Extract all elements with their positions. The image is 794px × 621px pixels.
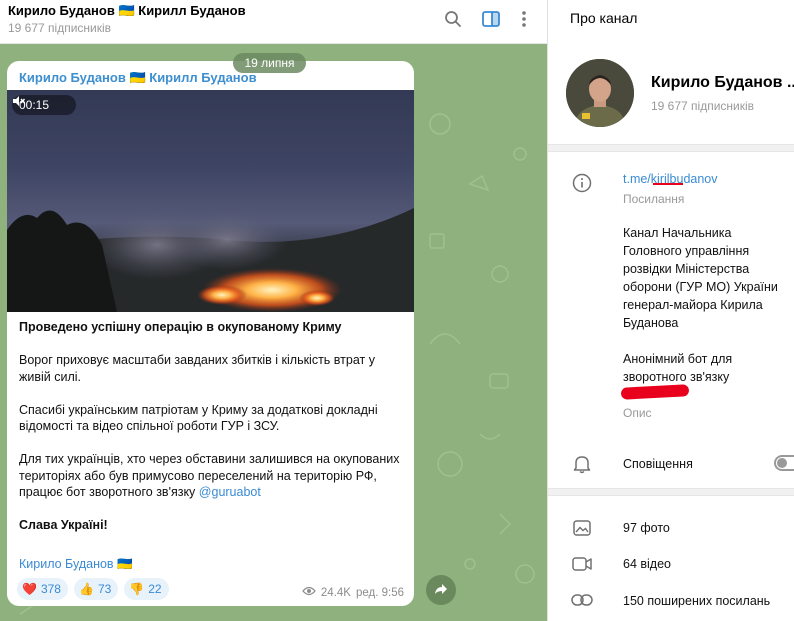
channel-avatar[interactable] xyxy=(566,59,634,127)
channel-description-text: Канал Начальника Головного управління ро… xyxy=(623,226,778,330)
message-signature[interactable]: Кирило Буданов 🇺🇦 xyxy=(19,557,133,572)
notifications-toggle[interactable] xyxy=(774,455,794,471)
thumbs-down-icon: 👎 xyxy=(129,582,145,596)
thumbs-up-icon: 👍 xyxy=(78,582,94,596)
share-icon xyxy=(434,583,448,598)
reactions-bar: ❤️ 378 👍 73 👎 22 xyxy=(17,578,169,600)
bell-icon xyxy=(571,453,593,475)
media-row-photos[interactable]: 97 фото xyxy=(623,521,670,535)
channel-subscribers: 19 677 підписників xyxy=(8,21,112,35)
message-bubble[interactable]: Кирило Буданов 🇺🇦 Кирилл Буданов 00:15 П… xyxy=(7,61,414,606)
heart-icon: ❤️ xyxy=(22,582,37,596)
channel-description-bot: Анонімний бот для зворотного зв'язку xyxy=(623,352,733,384)
date-separator: 19 липня xyxy=(233,53,306,73)
edited-time: ред. 9:56 xyxy=(355,586,404,599)
description-caption: Опис xyxy=(623,406,652,420)
panel-subscribers: 19 677 підписників xyxy=(651,99,755,113)
view-count: 24.4K xyxy=(320,586,351,599)
chat-header[interactable]: Кирило Буданов 🇺🇦 Кирилл Буданов 19 677 … xyxy=(0,0,547,44)
panel-channel-name: Кирило Буданов ... xyxy=(651,74,794,91)
reaction-count: 378 xyxy=(40,582,61,596)
reaction-thumbs-down[interactable]: 👎 22 xyxy=(124,578,169,600)
message-text: Проведено успішну операцію в окупованому… xyxy=(19,319,404,550)
reaction-count: 73 xyxy=(97,582,112,596)
channel-description: Канал Начальника Головного управління ро… xyxy=(623,224,788,386)
media-row-videos[interactable]: 64 відео xyxy=(623,557,671,571)
reaction-count: 22 xyxy=(148,582,162,596)
divider xyxy=(548,144,794,152)
eye-icon xyxy=(302,586,316,599)
message-paragraph: Ворог приховує масштаби завданих збитків… xyxy=(19,353,375,384)
channel-link-prefix: t.me/ xyxy=(623,172,651,186)
notifications-label: Сповіщення xyxy=(623,457,693,471)
channel-title[interactable]: Кирило Буданов 🇺🇦 Кирилл Буданов xyxy=(8,3,246,19)
video-duration-badge[interactable]: 00:15 xyxy=(12,95,76,115)
video-icon xyxy=(571,553,593,575)
message-closing: Слава Україні! xyxy=(19,518,108,532)
redaction-mark xyxy=(620,384,690,400)
chat-area[interactable]: 19 липня Кирило Буданов 🇺🇦 Кирилл Будано… xyxy=(0,44,547,621)
message-paragraph: Для тих українців, хто через обставини з… xyxy=(19,451,404,501)
channel-link[interactable]: t.me/kirilbudanov xyxy=(623,172,718,186)
forward-button[interactable] xyxy=(426,575,456,605)
message-paragraph: Спасибі українським патріотам у Криму за… xyxy=(19,402,378,434)
search-icon[interactable] xyxy=(442,8,464,30)
info-icon xyxy=(571,172,593,194)
panel-title: Про канал xyxy=(570,10,638,26)
photo-icon xyxy=(571,517,593,539)
channel-info-panel: Про канал Кирило Буданов ... 19 677 підп… xyxy=(547,0,794,621)
video-thumbnail[interactable]: 00:15 xyxy=(7,90,414,312)
message-meta: 24.4K ред. 9:56 xyxy=(302,586,404,599)
divider xyxy=(548,488,794,496)
more-icon[interactable] xyxy=(513,8,535,30)
link-caption: Посилання xyxy=(623,192,685,206)
message-headline: Проведено успішну операцію в окупованому… xyxy=(19,320,342,334)
reaction-thumbs-up[interactable]: 👍 73 xyxy=(73,578,119,600)
message-author[interactable]: Кирило Буданов 🇺🇦 Кирилл Буданов xyxy=(19,70,257,86)
media-row-links[interactable]: 150 поширених посилань xyxy=(623,594,770,608)
link-icon xyxy=(571,589,593,611)
bot-link[interactable]: @guruabot xyxy=(199,485,261,499)
reaction-heart[interactable]: ❤️ 378 xyxy=(17,578,68,600)
sidebar-toggle-icon[interactable] xyxy=(480,8,502,30)
red-underline-mark xyxy=(653,183,683,185)
